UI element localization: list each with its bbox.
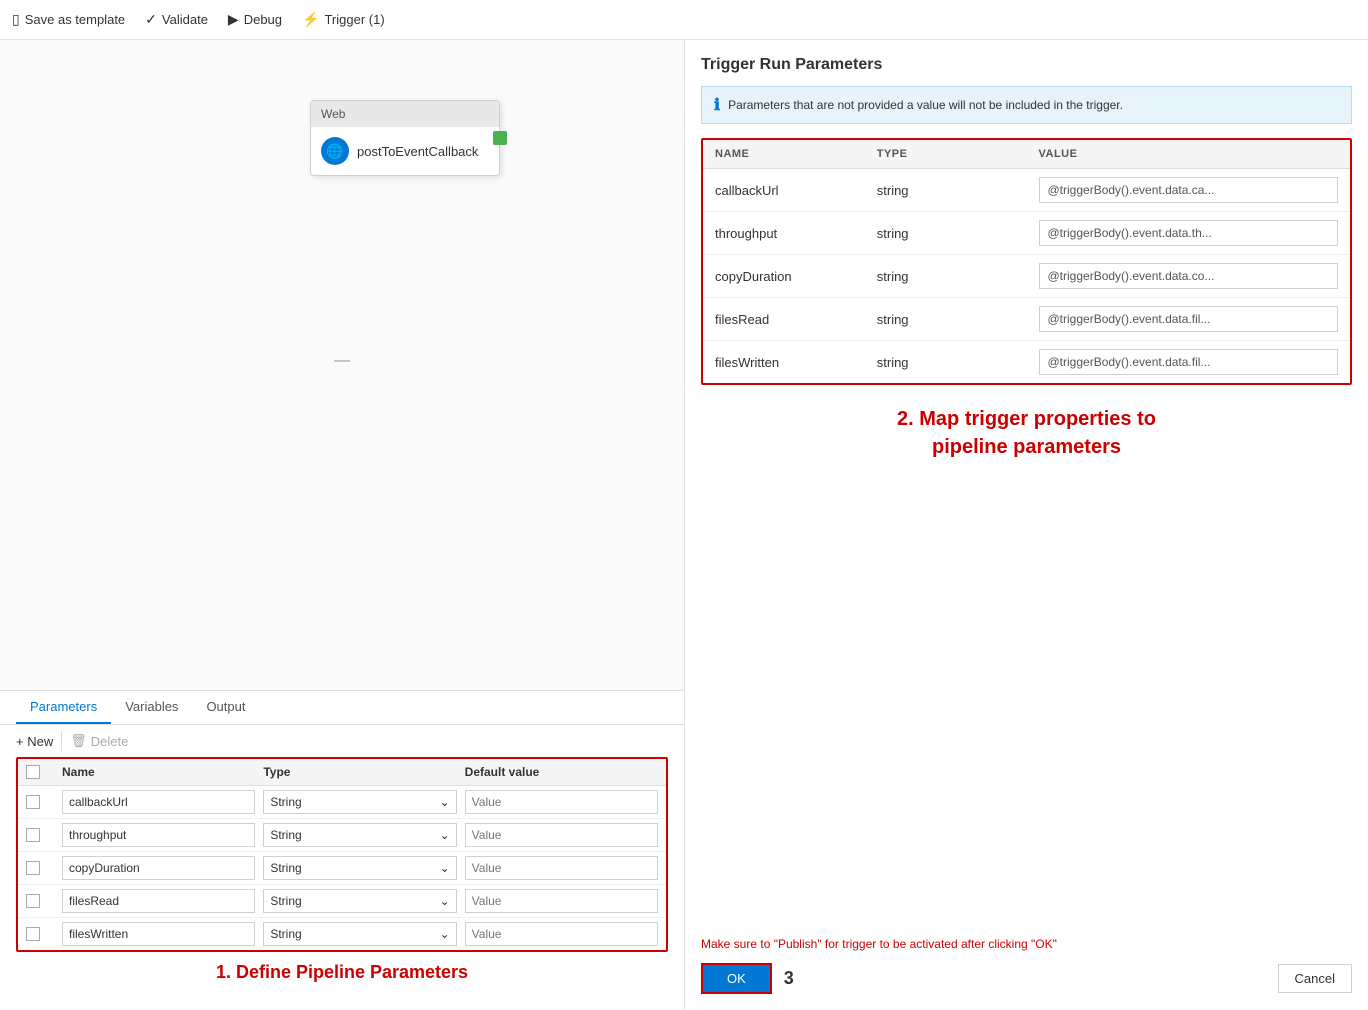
trigger-param-type-4: string	[877, 355, 1027, 370]
table-row: String⌄	[18, 918, 666, 950]
param-type-0[interactable]: String⌄	[263, 790, 456, 814]
table-row: filesRead string @triggerBody().event.da…	[703, 298, 1350, 341]
table-row: String⌄	[18, 819, 666, 852]
param-value-2[interactable]	[465, 856, 658, 880]
row-checkbox-4[interactable]	[26, 927, 40, 941]
right-footer: Make sure to "Publish" for trigger to be…	[701, 921, 1352, 994]
bottom-panel: Parameters Variables Output + New 🗑 Dele…	[0, 690, 684, 1010]
trigger-param-name-2: copyDuration	[715, 269, 865, 284]
row-checkbox-1[interactable]	[26, 828, 40, 842]
trigger-param-name-3: filesRead	[715, 312, 865, 327]
params-toolbar: + New 🗑 Delete	[0, 725, 684, 757]
pipeline-node[interactable]: Web 🌐 postToEventCallback	[310, 100, 500, 176]
panel-title: Trigger Run Parameters	[701, 56, 1352, 74]
node-header-label: Web	[321, 107, 345, 121]
param-type-3[interactable]: String⌄	[263, 889, 456, 913]
trigger-param-value-4[interactable]: @triggerBody().event.data.fil...	[1039, 349, 1339, 375]
validate-button[interactable]: ✓ Validate	[145, 11, 208, 28]
table-row: callbackUrl string @triggerBody().event.…	[703, 169, 1350, 212]
save-icon: ▯	[12, 11, 20, 28]
trigger-param-name-0: callbackUrl	[715, 183, 865, 198]
trigger-param-value-1[interactable]: @triggerBody().event.data.th...	[1039, 220, 1339, 246]
tab-variables[interactable]: Variables	[111, 691, 192, 724]
param-value-4[interactable]	[465, 922, 658, 946]
trigger-icon: ⚡	[302, 11, 319, 28]
param-value-3[interactable]	[465, 889, 658, 913]
delete-param-button[interactable]: 🗑 Delete	[70, 733, 128, 749]
param-name-0[interactable]	[62, 790, 255, 814]
param-type-4[interactable]: String⌄	[263, 922, 456, 946]
table-row: String⌄	[18, 852, 666, 885]
trash-icon: 🗑	[70, 733, 87, 749]
left-panel: Web 🌐 postToEventCallback —	[0, 40, 685, 1010]
param-value-1[interactable]	[465, 823, 658, 847]
param-value-0[interactable]	[465, 790, 658, 814]
tab-output[interactable]: Output	[192, 691, 259, 724]
trigger-param-type-0: string	[877, 183, 1027, 198]
check-icon: ✓	[145, 11, 157, 28]
debug-button[interactable]: ▶ Debug	[228, 11, 282, 28]
node-label: postToEventCallback	[357, 144, 478, 159]
trigger-param-name-1: throughput	[715, 226, 865, 241]
table-row: copyDuration string @triggerBody().event…	[703, 255, 1350, 298]
table-row: String⌄	[18, 786, 666, 819]
trigger-param-type-2: string	[877, 269, 1027, 284]
ok-button[interactable]: OK	[701, 963, 772, 994]
step3-label: 3	[784, 968, 794, 989]
select-all-checkbox[interactable]	[26, 765, 40, 779]
params-table-header: Name Type Default value	[18, 759, 666, 786]
node-globe-icon: 🌐	[321, 137, 349, 165]
spacer	[701, 481, 1352, 921]
right-panel: Trigger Run Parameters ℹ Parameters that…	[685, 40, 1368, 1010]
debug-icon: ▶	[228, 11, 239, 28]
param-type-1[interactable]: String⌄	[263, 823, 456, 847]
info-banner: ℹ Parameters that are not provided a val…	[701, 86, 1352, 124]
param-name-4[interactable]	[62, 922, 255, 946]
trigger-param-value-0[interactable]: @triggerBody().event.data.ca...	[1039, 177, 1339, 203]
new-param-button[interactable]: + New	[16, 734, 53, 749]
info-icon: ℹ	[714, 95, 720, 115]
trigger-param-type-3: string	[877, 312, 1027, 327]
warning-text: Make sure to "Publish" for trigger to be…	[701, 937, 1352, 951]
tab-parameters[interactable]: Parameters	[16, 691, 111, 724]
param-name-1[interactable]	[62, 823, 255, 847]
save-as-template-button[interactable]: ▯ Save as template	[12, 11, 125, 28]
param-name-3[interactable]	[62, 889, 255, 913]
section2-label: 2. Map trigger properties to pipeline pa…	[701, 405, 1352, 461]
bottom-tabs: Parameters Variables Output	[0, 691, 684, 725]
table-row: String⌄	[18, 885, 666, 918]
node-header: Web	[311, 101, 499, 127]
trigger-param-value-2[interactable]: @triggerBody().event.data.co...	[1039, 263, 1339, 289]
toolbar-divider	[61, 731, 62, 751]
footer-buttons: OK 3 Cancel	[701, 963, 1352, 994]
canvas-area: Web 🌐 postToEventCallback —	[0, 40, 684, 690]
params-table: Name Type Default value String⌄	[16, 757, 668, 952]
minimize-bar[interactable]: —	[334, 352, 350, 370]
node-body: 🌐 postToEventCallback	[311, 127, 499, 175]
row-checkbox-2[interactable]	[26, 861, 40, 875]
node-connector	[493, 131, 507, 145]
table-row: throughput string @triggerBody().event.d…	[703, 212, 1350, 255]
row-checkbox-3[interactable]	[26, 894, 40, 908]
toolbar: ▯ Save as template ✓ Validate ▶ Debug ⚡ …	[0, 0, 1368, 40]
table-row: filesWritten string @triggerBody().event…	[703, 341, 1350, 383]
trigger-button[interactable]: ⚡ Trigger (1)	[302, 11, 385, 28]
section1-label: 1. Define Pipeline Parameters	[0, 952, 684, 993]
info-text: Parameters that are not provided a value…	[728, 98, 1123, 112]
cancel-button[interactable]: Cancel	[1278, 964, 1352, 993]
param-name-2[interactable]	[62, 856, 255, 880]
trigger-param-name-4: filesWritten	[715, 355, 865, 370]
trigger-param-type-1: string	[877, 226, 1027, 241]
trigger-table-header: NAME TYPE VALUE	[703, 140, 1350, 169]
main-content: Web 🌐 postToEventCallback —	[0, 40, 1368, 1010]
param-type-2[interactable]: String⌄	[263, 856, 456, 880]
trigger-param-value-3[interactable]: @triggerBody().event.data.fil...	[1039, 306, 1339, 332]
trigger-table: NAME TYPE VALUE callbackUrl string @trig…	[701, 138, 1352, 385]
row-checkbox-0[interactable]	[26, 795, 40, 809]
